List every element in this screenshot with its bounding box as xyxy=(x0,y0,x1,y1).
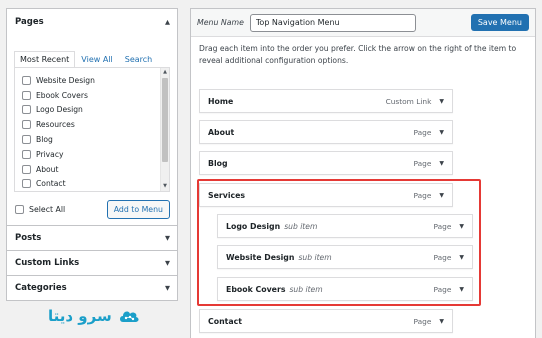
expand-down-icon[interactable]: ▼ xyxy=(165,234,170,242)
pages-panel-title: Pages xyxy=(15,16,44,27)
cloud-brain-icon xyxy=(119,311,139,322)
menu-name-input[interactable] xyxy=(249,13,416,32)
page-checkbox[interactable] xyxy=(22,120,31,130)
pages-list: Website Design Ebook Covers Logo Design … xyxy=(14,67,170,192)
menu-item-home[interactable]: Home Custom Link ▼ xyxy=(199,89,453,113)
menu-header: Menu Name Save Menu xyxy=(191,9,535,37)
menu-instructions: Drag each item into the order you prefer… xyxy=(199,44,517,65)
posts-accordion[interactable]: Posts ▼ xyxy=(6,225,178,251)
page-checkbox[interactable] xyxy=(22,135,31,145)
page-item-ebook-covers[interactable]: Ebook Covers xyxy=(15,88,169,103)
highlight-box xyxy=(197,179,481,306)
menu-item-blog[interactable]: Blog Page ▼ xyxy=(199,151,453,175)
tab-view-all[interactable]: View All xyxy=(75,51,118,68)
page-checkbox[interactable] xyxy=(22,164,31,174)
logo-text: سرو دیتا xyxy=(48,307,112,325)
pages-panel: Pages ▲ Most Recent View All Search Webs… xyxy=(6,8,178,226)
categories-accordion[interactable]: Categories ▼ xyxy=(6,275,178,301)
page-checkbox[interactable] xyxy=(22,179,31,189)
item-expand-icon[interactable]: ▼ xyxy=(439,318,444,325)
scrollbar-thumb[interactable] xyxy=(162,78,168,162)
scroll-up-icon[interactable]: ▲ xyxy=(161,68,169,77)
menu-item-contact[interactable]: Contact Page ▼ xyxy=(199,309,453,333)
page-checkbox[interactable] xyxy=(22,105,31,115)
item-expand-icon[interactable]: ▼ xyxy=(439,160,444,167)
tab-search[interactable]: Search xyxy=(119,51,158,68)
save-menu-button[interactable]: Save Menu xyxy=(470,14,529,31)
expand-down-icon[interactable]: ▼ xyxy=(165,284,170,292)
scroll-down-icon[interactable]: ▼ xyxy=(161,182,169,191)
page-checkbox[interactable] xyxy=(22,90,31,100)
page-item-resources[interactable]: Resources xyxy=(15,117,169,132)
collapse-up-icon[interactable]: ▲ xyxy=(165,18,170,26)
page-item-privacy[interactable]: Privacy xyxy=(15,147,169,162)
page-item-about[interactable]: About xyxy=(15,162,169,177)
site-logo: سرو دیتا xyxy=(48,306,140,326)
page-checkbox[interactable] xyxy=(22,149,31,159)
page-item-contact[interactable]: Contact xyxy=(15,177,169,191)
page-item-logo-design[interactable]: Logo Design xyxy=(15,103,169,118)
custom-links-accordion[interactable]: Custom Links ▼ xyxy=(6,250,178,276)
select-all-checkbox[interactable] xyxy=(15,205,24,214)
item-expand-icon[interactable]: ▼ xyxy=(439,98,444,105)
page-item-blog[interactable]: Blog xyxy=(15,132,169,147)
menus-screen: Pages ▲ Most Recent View All Search Webs… xyxy=(0,0,542,338)
add-menu-items-column: Pages ▲ Most Recent View All Search Webs… xyxy=(6,8,178,301)
scrollbar[interactable]: ▲ ▼ xyxy=(160,68,169,191)
page-checkbox[interactable] xyxy=(22,75,31,85)
pages-tabs: Most Recent View All Search xyxy=(14,51,170,68)
expand-down-icon[interactable]: ▼ xyxy=(165,259,170,267)
add-to-menu-button[interactable]: Add to Menu xyxy=(106,200,170,219)
page-item-website-design[interactable]: Website Design xyxy=(15,73,169,88)
pages-panel-header[interactable]: Pages ▲ xyxy=(7,9,177,34)
select-all[interactable]: Select All xyxy=(14,205,65,214)
menu-item-about[interactable]: About Page ▼ xyxy=(199,120,453,144)
menu-name-label: Menu Name xyxy=(197,18,244,27)
tab-most-recent[interactable]: Most Recent xyxy=(14,51,76,68)
item-expand-icon[interactable]: ▼ xyxy=(439,129,444,136)
